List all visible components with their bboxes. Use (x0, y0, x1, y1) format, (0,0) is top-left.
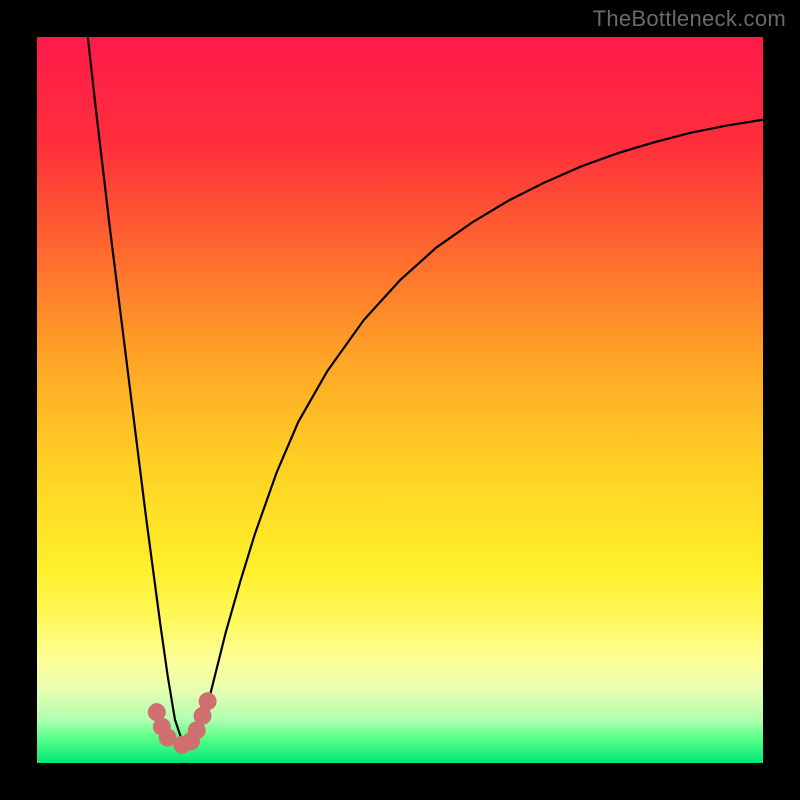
data-marker (199, 692, 217, 710)
bottleneck-curve (88, 37, 763, 748)
plot-area (37, 37, 763, 763)
chart-frame: TheBottleneck.com (0, 0, 800, 800)
curve-layer (37, 37, 763, 763)
data-markers (148, 692, 217, 754)
watermark-text: TheBottleneck.com (593, 6, 786, 32)
